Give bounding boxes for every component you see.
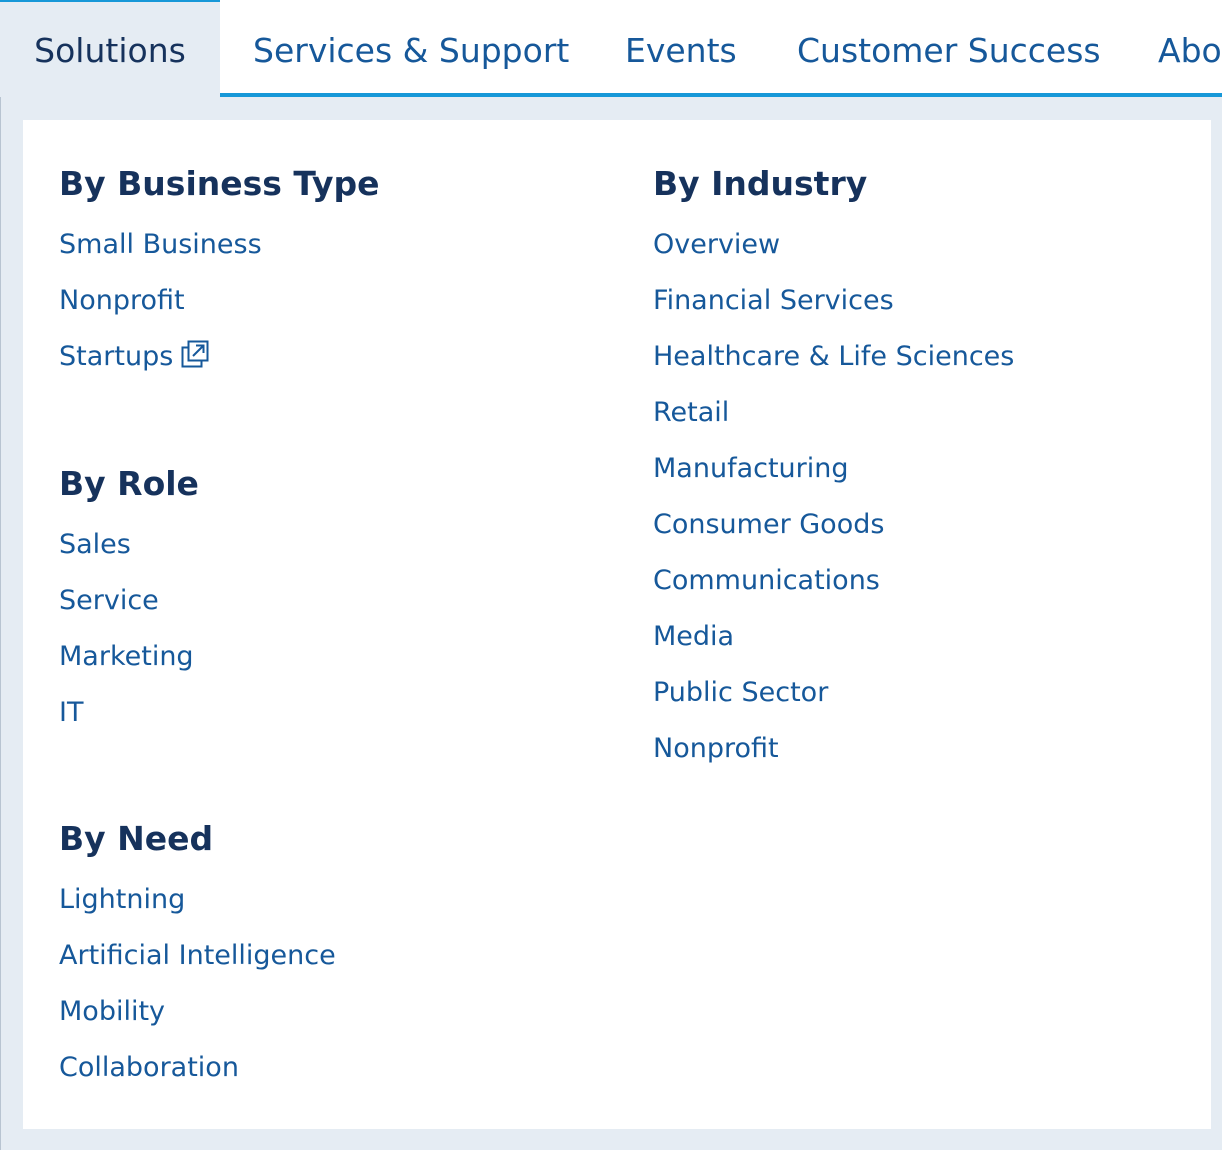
link-industry-nonprofit[interactable]: Nonprofit: [653, 732, 779, 766]
tab-services-support[interactable]: Services & Support: [253, 0, 569, 97]
tab-solutions[interactable]: Solutions: [0, 0, 220, 97]
heading-by-industry: By Industry: [653, 164, 868, 203]
link-media[interactable]: Media: [653, 620, 734, 654]
link-consumer-goods[interactable]: Consumer Goods: [653, 508, 884, 542]
link-mobility[interactable]: Mobility: [59, 995, 165, 1029]
link-it[interactable]: IT: [59, 696, 83, 730]
link-lightning[interactable]: Lightning: [59, 883, 185, 917]
solutions-dropdown-panel: By Business Type Small Business Nonprofi…: [23, 120, 1211, 1129]
link-small-business[interactable]: Small Business: [59, 228, 262, 262]
link-communications[interactable]: Communications: [653, 564, 880, 598]
tab-customer-success[interactable]: Customer Success: [797, 0, 1101, 97]
link-overview[interactable]: Overview: [653, 228, 780, 262]
link-startups-label: Startups: [59, 341, 174, 372]
link-public-sector[interactable]: Public Sector: [653, 676, 828, 710]
link-service[interactable]: Service: [59, 584, 159, 618]
link-marketing[interactable]: Marketing: [59, 640, 194, 674]
link-financial-services[interactable]: Financial Services: [653, 284, 894, 318]
link-manufacturing[interactable]: Manufacturing: [653, 452, 849, 486]
heading-by-role: By Role: [59, 464, 199, 503]
link-artificial-intelligence[interactable]: Artificial Intelligence: [59, 939, 336, 973]
tab-events[interactable]: Events: [625, 0, 737, 97]
top-nav: Solutions Services & Support Events Cust…: [0, 0, 1222, 97]
external-link-icon: [181, 340, 209, 377]
heading-by-business-type: By Business Type: [59, 164, 380, 203]
link-sales[interactable]: Sales: [59, 528, 131, 562]
link-collaboration[interactable]: Collaboration: [59, 1051, 239, 1085]
tab-about[interactable]: Abo: [1158, 0, 1222, 97]
link-healthcare-life-sciences[interactable]: Healthcare & Life Sciences: [653, 340, 1014, 374]
heading-by-need: By Need: [59, 819, 214, 858]
link-startups[interactable]: Startups: [59, 340, 209, 377]
link-retail[interactable]: Retail: [653, 396, 729, 430]
link-nonprofit[interactable]: Nonprofit: [59, 284, 185, 318]
